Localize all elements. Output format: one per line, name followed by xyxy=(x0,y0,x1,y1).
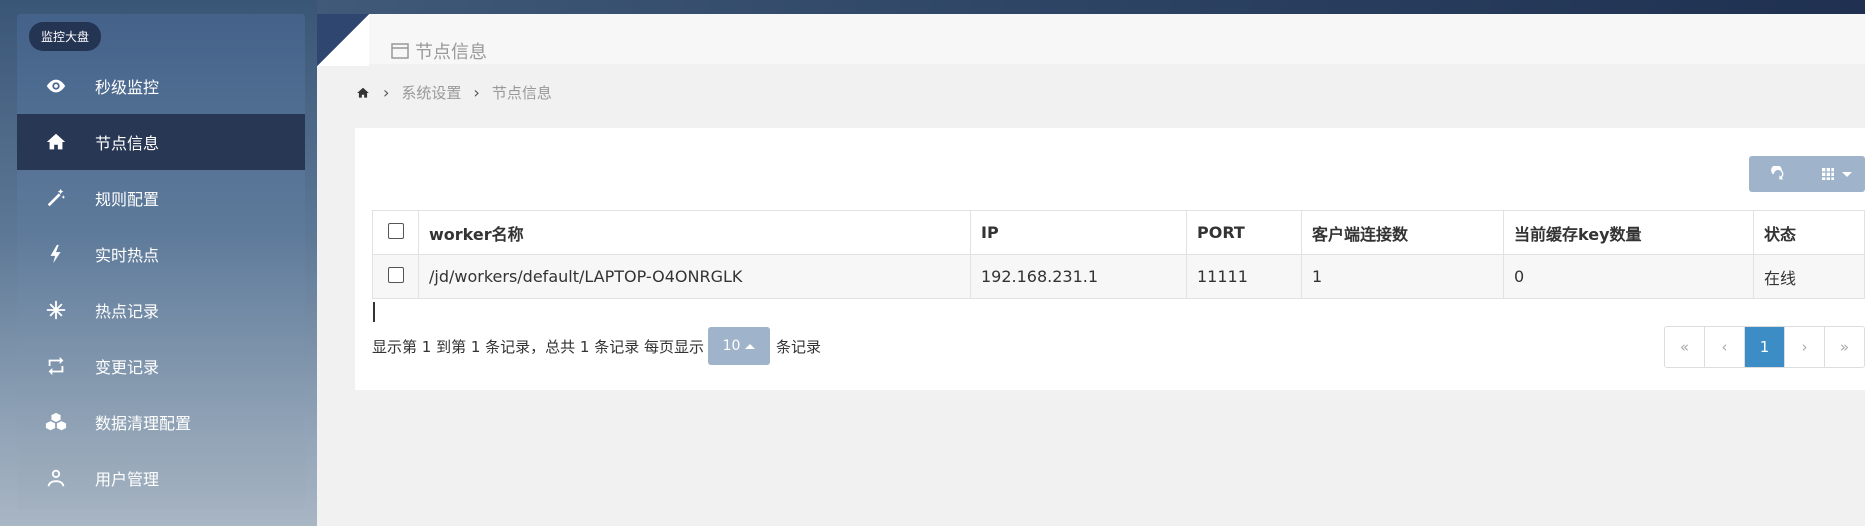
first-page-button[interactable]: « xyxy=(1665,327,1705,367)
table-toolbar xyxy=(1749,156,1865,192)
refresh-button[interactable] xyxy=(1749,156,1807,192)
client-count-cell: 1 xyxy=(1301,254,1504,299)
pagination-info: 显示第 1 到第 1 条记录，总共 1 条记录 每页显示 10 条记录 xyxy=(372,326,821,366)
column-header[interactable]: 当前缓存key数量 xyxy=(1503,210,1754,255)
breadcrumb-item-system-settings[interactable]: 系统设置 xyxy=(401,82,461,103)
sidebar-item-label: 热点记录 xyxy=(95,302,160,321)
select-all-cell xyxy=(372,210,419,255)
page-size-value: 10 xyxy=(722,338,741,354)
sidebar-menu: 秒级监控 节点信息 规则配置 实时热点 热点记录 变更记录 数据清理配置 用户管… xyxy=(17,58,305,506)
main-content: 节点信息 › 系统设置 › 节点信息 worker名称 IP PORT 客户端连… xyxy=(317,14,1865,526)
port-cell: 11111 xyxy=(1186,254,1302,299)
header-strip xyxy=(317,14,1865,64)
user-icon xyxy=(45,467,85,489)
column-header[interactable]: PORT xyxy=(1186,210,1302,255)
caret-down-icon xyxy=(1842,171,1852,177)
cache-key-count-cell: 0 xyxy=(1503,254,1754,299)
text-cursor xyxy=(373,302,375,322)
column-header[interactable]: 状态 xyxy=(1753,210,1865,255)
sidebar-item-label: 用户管理 xyxy=(95,470,160,489)
sidebar-item-rule-config[interactable]: 规则配置 xyxy=(17,170,305,226)
next-page-button[interactable]: › xyxy=(1785,327,1825,367)
sidebar-item-data-cleanup[interactable]: 数据清理配置 xyxy=(17,394,305,450)
column-header[interactable]: worker名称 xyxy=(418,210,971,255)
page-size-select[interactable]: 10 xyxy=(708,327,771,365)
home-icon xyxy=(45,131,85,153)
window-icon xyxy=(391,43,409,59)
page-button-current[interactable]: 1 xyxy=(1745,327,1785,367)
sidebar-item-change-records[interactable]: 变更记录 xyxy=(17,338,305,394)
column-header[interactable]: 客户端连接数 xyxy=(1301,210,1504,255)
sidebar-toggle[interactable] xyxy=(317,14,369,66)
magic-wand-icon xyxy=(45,187,85,209)
sidebar: 监控大盘 秒级监控 节点信息 规则配置 实时热点 热点记录 变更记录 数据清理配… xyxy=(17,14,305,510)
prev-page-button[interactable]: ‹ xyxy=(1705,327,1745,367)
select-all-checkbox[interactable] xyxy=(387,222,404,239)
sidebar-item-label: 变更记录 xyxy=(95,358,160,377)
sidebar-item-hotspot-records[interactable]: 热点记录 xyxy=(17,282,305,338)
row-select-cell xyxy=(372,254,419,299)
worker-name-cell: /jd/workers/default/LAPTOP-O4ONRGLK xyxy=(418,254,971,299)
last-page-button[interactable]: » xyxy=(1825,327,1864,367)
refresh-icon xyxy=(1771,166,1784,180)
sidebar-item-realtime-hotspot[interactable]: 实时热点 xyxy=(17,226,305,282)
sidebar-item-second-monitor[interactable]: 秒级监控 xyxy=(17,58,305,114)
columns-toggle-button[interactable] xyxy=(1807,156,1865,192)
sidebar-item-label: 节点信息 xyxy=(95,134,160,153)
snowflake-icon xyxy=(45,299,85,321)
page-title: 节点信息 xyxy=(391,38,487,64)
grid-icon xyxy=(1822,168,1834,180)
table-panel: worker名称 IP PORT 客户端连接数 当前缓存key数量 状态 /jd… xyxy=(355,128,1865,390)
ip-cell: 192.168.231.1 xyxy=(970,254,1187,299)
retweet-icon xyxy=(45,355,85,377)
cubes-icon xyxy=(45,411,85,433)
caret-up-icon xyxy=(745,343,756,349)
sidebar-item-node-info[interactable]: 节点信息 xyxy=(17,114,305,170)
pagination-suffix: 条记录 xyxy=(776,337,822,356)
dashboard-badge[interactable]: 监控大盘 xyxy=(29,22,102,51)
column-header[interactable]: IP xyxy=(970,210,1187,255)
breadcrumb-item-node-info: 节点信息 xyxy=(491,84,552,102)
table-row[interactable]: /jd/workers/default/LAPTOP-O4ONRGLK 192.… xyxy=(372,254,1865,299)
table-header-row: worker名称 IP PORT 客户端连接数 当前缓存key数量 状态 xyxy=(372,210,1865,255)
chevron-right-icon: › xyxy=(473,83,480,102)
chevron-right-icon: › xyxy=(383,83,390,102)
worker-table: worker名称 IP PORT 客户端连接数 当前缓存key数量 状态 /jd… xyxy=(372,210,1865,299)
row-checkbox[interactable] xyxy=(387,266,404,283)
breadcrumb: › 系统设置 › 节点信息 xyxy=(355,82,552,103)
sidebar-item-label: 数据清理配置 xyxy=(95,414,192,433)
sidebar-item-user-management[interactable]: 用户管理 xyxy=(17,450,305,506)
home-icon[interactable] xyxy=(355,86,371,100)
page-title-text: 节点信息 xyxy=(415,42,487,63)
pagination: « ‹ 1 › » xyxy=(1664,326,1865,368)
sidebar-item-label: 规则配置 xyxy=(95,190,160,209)
status-cell: 在线 xyxy=(1753,254,1865,299)
sidebar-item-label: 实时热点 xyxy=(95,246,160,265)
pagination-summary: 显示第 1 到第 1 条记录，总共 1 条记录 每页显示 xyxy=(372,337,705,356)
sidebar-item-label: 秒级监控 xyxy=(95,78,160,97)
bolt-icon xyxy=(45,243,85,265)
eye-icon xyxy=(45,75,85,97)
